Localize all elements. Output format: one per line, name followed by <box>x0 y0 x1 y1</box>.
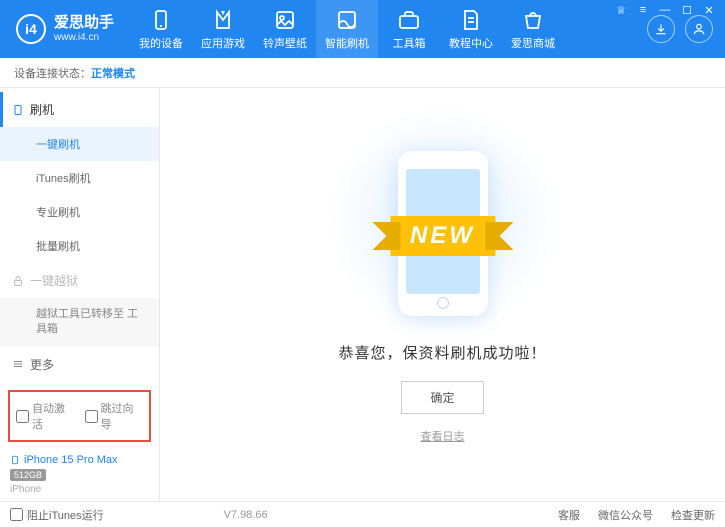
device-type: iPhone <box>10 484 149 495</box>
sidebar-item-flash-3[interactable]: 批量刷机 <box>0 229 159 263</box>
status-label: 设备连接状态： <box>14 65 91 81</box>
nav-tab-4[interactable]: 工具箱 <box>378 0 440 58</box>
crown-icon[interactable]: ♕ <box>613 4 629 17</box>
nav-icon <box>397 8 421 32</box>
nav-label: 智能刷机 <box>325 35 369 51</box>
nav-icon <box>273 8 297 32</box>
nav-tab-3[interactable]: 智能刷机 <box>316 0 378 58</box>
sidebar-head-flash[interactable]: 刷机 <box>0 92 159 127</box>
checkbox-skip-guide[interactable]: 跳过向导 <box>85 400 144 432</box>
maximize-icon[interactable]: ☐ <box>679 4 695 17</box>
view-log-link[interactable]: 查看日志 <box>421 428 465 444</box>
nav-icon <box>459 8 483 32</box>
device-name[interactable]: iPhone 15 Pro Max <box>10 454 149 466</box>
nav-icon <box>335 8 359 32</box>
device-storage: 512GB <box>10 469 46 481</box>
close-icon[interactable]: ✕ <box>701 4 717 17</box>
nav-icon <box>211 8 235 32</box>
nav-icon <box>521 8 545 32</box>
sidebar-item-flash-1[interactable]: iTunes刷机 <box>0 161 159 195</box>
logo-icon: i4 <box>16 14 46 44</box>
footer-link-2[interactable]: 检查更新 <box>671 507 715 523</box>
app-title: 爱思助手 <box>54 15 114 32</box>
nav-tab-6[interactable]: 爱思商城 <box>502 0 564 58</box>
nav-label: 爱思商城 <box>511 35 555 51</box>
nav-tab-1[interactable]: 应用游戏 <box>192 0 254 58</box>
footer-link-0[interactable]: 客服 <box>558 507 580 523</box>
sidebar-head-jailbreak[interactable]: 一键越狱 <box>0 263 159 298</box>
device-info: iPhone 15 Pro Max 512GB iPhone <box>0 446 159 501</box>
confirm-button[interactable]: 确定 <box>401 381 483 414</box>
nav-label: 工具箱 <box>393 35 426 51</box>
footer-link-1[interactable]: 微信公众号 <box>598 507 653 523</box>
minimize-icon[interactable]: — <box>657 4 673 17</box>
main-content: NEW 恭喜您，保资料刷机成功啦！ 确定 查看日志 <box>160 88 725 501</box>
logo[interactable]: i4 爱思助手 www.i4.cn <box>0 14 130 44</box>
version-label: V7.98.66 <box>224 509 268 521</box>
sidebar-item-more-0[interactable]: 其他工具 <box>0 382 159 386</box>
options-highlight-box: 自动激活 跳过向导 <box>8 390 151 442</box>
nav-label: 铃声壁纸 <box>263 35 307 51</box>
nav-label: 教程中心 <box>449 35 493 51</box>
nav-tab-2[interactable]: 铃声壁纸 <box>254 0 316 58</box>
nav-icon <box>149 8 173 32</box>
app-subtitle: www.i4.cn <box>54 32 114 43</box>
nav-tab-5[interactable]: 教程中心 <box>440 0 502 58</box>
success-message: 恭喜您，保资料刷机成功啦！ <box>338 342 546 363</box>
nav-tab-0[interactable]: 我的设备 <box>130 0 192 58</box>
checkbox-auto-activate[interactable]: 自动激活 <box>16 400 75 432</box>
jailbreak-note: 越狱工具已转移至 工具箱 <box>0 298 159 347</box>
menu-icon[interactable]: ≡ <box>635 4 651 17</box>
sidebar-head-more[interactable]: 更多 <box>0 347 159 382</box>
status-mode: 正常模式 <box>91 65 135 81</box>
success-illustration: NEW <box>323 136 563 326</box>
download-button[interactable] <box>647 15 675 43</box>
checkbox-block-itunes[interactable]: 阻止iTunes运行 <box>10 507 104 523</box>
sidebar-item-flash-2[interactable]: 专业刷机 <box>0 195 159 229</box>
nav-label: 我的设备 <box>139 35 183 51</box>
nav-label: 应用游戏 <box>201 35 245 51</box>
new-ribbon: NEW <box>390 216 495 256</box>
footer: 阻止iTunes运行 V7.98.66 客服 微信公众号 检查更新 <box>0 501 725 527</box>
status-bar: 设备连接状态： 正常模式 <box>0 58 725 88</box>
sidebar-item-flash-0[interactable]: 一键刷机 <box>0 127 159 161</box>
sidebar: 刷机 一键刷机iTunes刷机专业刷机批量刷机 一键越狱 越狱工具已转移至 工具… <box>0 88 160 501</box>
user-button[interactable] <box>685 15 713 43</box>
